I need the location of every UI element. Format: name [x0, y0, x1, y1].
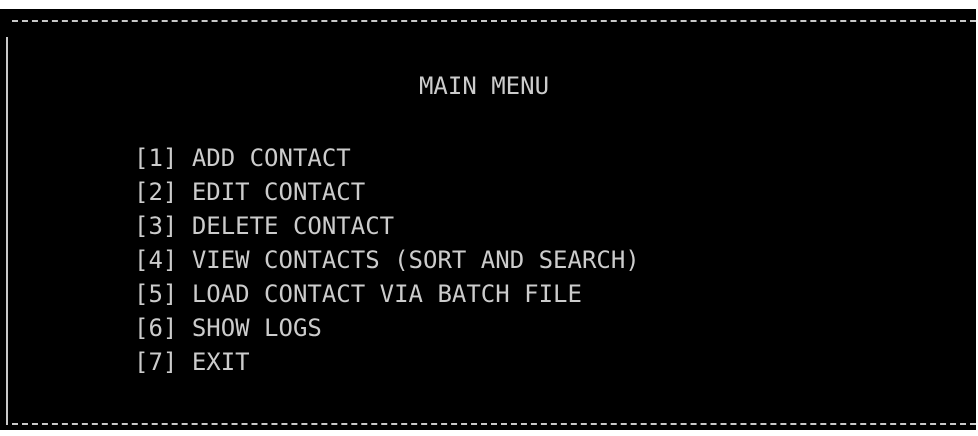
option-key: [2] [134, 178, 178, 206]
option-label: EXIT [191, 348, 250, 376]
left-border-bottom [6, 411, 8, 425]
menu-item-show-logs[interactable]: [6] SHOW LOGS [134, 311, 640, 345]
menu-item-add-contact[interactable]: [1] ADD CONTACT [134, 141, 640, 175]
option-label: DELETE CONTACT [191, 212, 395, 240]
bottom-border [12, 423, 976, 425]
menu-options: [1] ADD CONTACT [2] EDIT CONTACT [3] DEL… [134, 141, 640, 379]
menu-item-view-contacts[interactable]: [4] VIEW CONTACTS (SORT AND SEARCH) [134, 243, 640, 277]
option-label: ADD CONTACT [191, 144, 351, 172]
menu-item-load-batch[interactable]: [5] LOAD CONTACT VIA BATCH FILE [134, 277, 640, 311]
option-label: LOAD CONTACT VIA BATCH FILE [191, 280, 582, 308]
option-key: [6] [134, 314, 178, 342]
option-key: [1] [134, 144, 178, 172]
menu-title: MAIN MENU [418, 72, 550, 100]
option-key: [7] [134, 348, 178, 376]
screenshot: MAIN MENU [1] ADD CONTACT [2] EDIT CONTA… [0, 0, 978, 436]
menu-item-edit-contact[interactable]: [2] EDIT CONTACT [134, 175, 640, 209]
top-border [12, 20, 976, 22]
console-window: MAIN MENU [1] ADD CONTACT [2] EDIT CONTA… [0, 9, 976, 430]
menu-item-exit[interactable]: [7] EXIT [134, 345, 640, 379]
option-label: SHOW LOGS [191, 314, 322, 342]
menu-item-delete-contact[interactable]: [3] DELETE CONTACT [134, 209, 640, 243]
option-key: [5] [134, 280, 178, 308]
option-key: [3] [134, 212, 178, 240]
option-key: [4] [134, 246, 178, 274]
option-label: VIEW CONTACTS (SORT AND SEARCH) [191, 246, 640, 274]
option-label: EDIT CONTACT [191, 178, 366, 206]
